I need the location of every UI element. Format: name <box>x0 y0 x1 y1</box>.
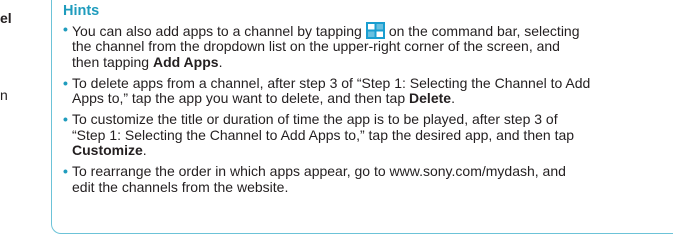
hint-line: Customize. <box>72 142 673 159</box>
hint-item-delete-apps: • To delete apps from a channel, after s… <box>63 74 673 107</box>
add-apps-term: Add Apps <box>152 53 219 70</box>
hint-text: Apps to,” tap the app you want to delete… <box>72 90 410 107</box>
hint-text: You can also add apps to a channel by ta… <box>72 23 362 39</box>
left-margin-text-fragment: n <box>0 87 8 103</box>
left-margin-heading-fragment: el <box>0 10 12 26</box>
delete-term: Delete <box>409 90 452 107</box>
hint-item-add-apps: • You can also add apps to a channel by … <box>63 21 673 70</box>
bullet-icon: • <box>63 163 68 180</box>
hint-item-rearrange: • To rearrange the order in which apps a… <box>63 164 673 195</box>
hints-list: • You can also add apps to a channel by … <box>63 21 673 195</box>
bullet-icon: • <box>63 21 68 37</box>
customize-term: Customize <box>72 142 143 159</box>
hint-text: on the command bar, selecting <box>388 23 580 39</box>
hint-item-customize: • To customize the title or duration of … <box>63 112 673 158</box>
bullet-icon: • <box>63 111 68 128</box>
hint-text: . <box>218 53 223 70</box>
hint-line: edit the channels from the website. <box>72 178 289 195</box>
hint-text: then tapping <box>72 53 153 70</box>
hint-text: . <box>142 142 147 159</box>
hint-line: Apps to,” tap the app you want to delete… <box>72 91 673 106</box>
command-bar-grid-icon <box>365 22 385 39</box>
hint-line: To rearrange the order in which apps app… <box>72 163 566 180</box>
bullet-icon: • <box>63 74 68 91</box>
hint-text: . <box>451 90 455 107</box>
hint-line: To customize the title or duration of ti… <box>72 111 558 128</box>
hint-line: then tapping Add Apps. <box>72 53 673 70</box>
hint-line: You can also add apps to a channel by ta… <box>72 22 673 39</box>
hints-title: Hints <box>63 3 100 19</box>
hint-line: “Step 1: Selecting the Channel to Add Ap… <box>72 126 575 143</box>
hint-line: To delete apps from a channel, after ste… <box>72 74 591 91</box>
hint-line: the channel from the dropdown list on th… <box>72 38 560 55</box>
